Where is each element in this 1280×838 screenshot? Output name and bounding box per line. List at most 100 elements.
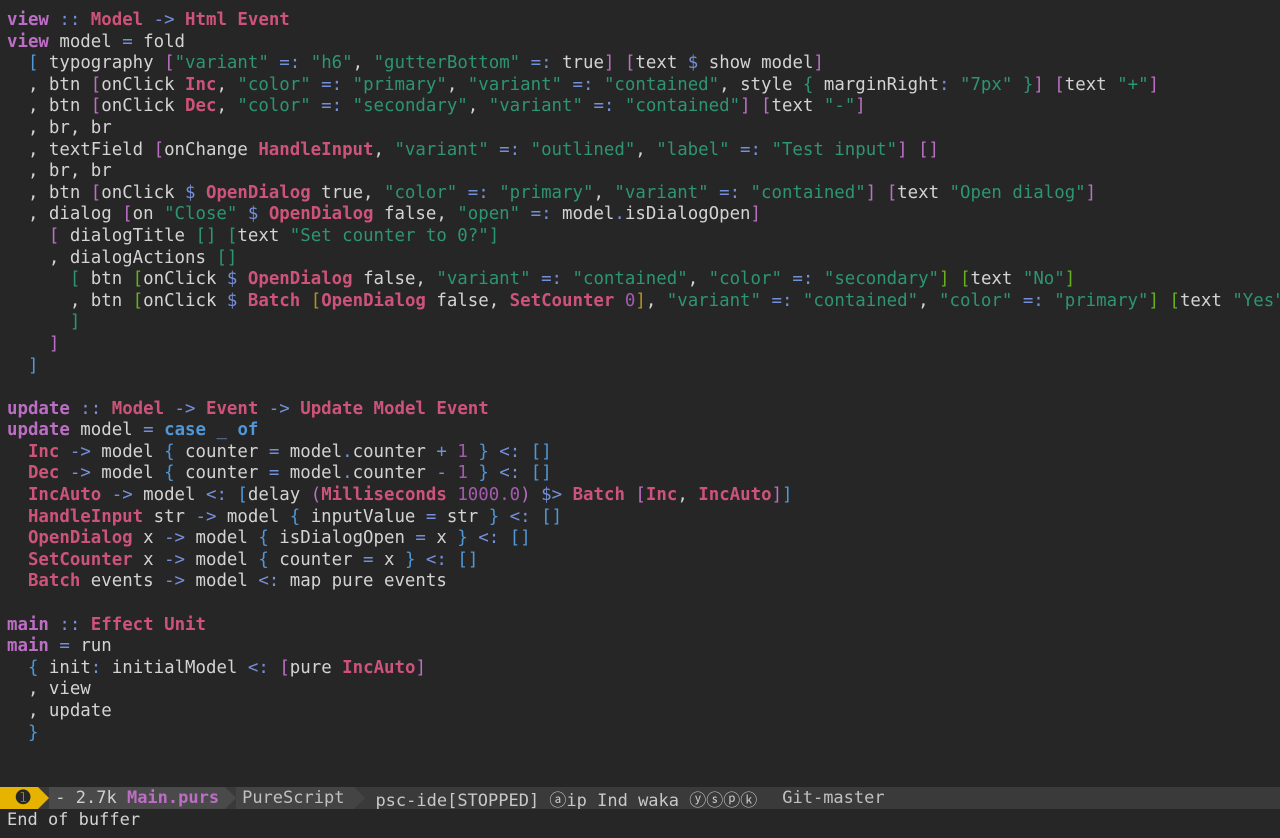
code-token: Model [90,10,144,30]
major-mode[interactable]: PureScript [236,787,355,809]
code-token: -> [164,549,186,570]
code-token: $ [226,290,238,311]
code-token: _ [216,420,227,441]
code-line[interactable]: Dec -> model { counter = model.counter -… [7,463,1280,485]
code-line[interactable]: , textField [onChange HandleInput, "vari… [7,140,1280,162]
code-token: :: [48,614,91,635]
code-editor[interactable]: view :: Model -> Html Event view model = … [7,10,1280,744]
mode-line-separator [765,787,777,809]
code-line[interactable]: main :: Effect Unit [7,615,1280,637]
code-line[interactable]: HandleInput str -> model { inputValue = … [7,507,1280,529]
code-token: "label" [656,139,730,160]
code-token: "color" [939,290,1013,311]
code-token: typography [38,53,165,74]
code-token: [ [122,204,133,225]
code-token: IncAuto [698,485,772,506]
code-token: show model [698,53,814,74]
code-line[interactable]: IncAuto -> model <: [delay (Milliseconds… [7,485,1280,507]
code-token: =: [593,96,615,117]
code-token: =: [572,74,594,95]
code-token: "variant" [488,96,583,117]
code-line[interactable]: [ btn [onClick $ OpenDialog false, "vari… [7,269,1280,291]
code-line[interactable]: ] [7,334,1280,356]
code-token: ] [771,485,783,506]
code-token: "variant" [436,269,531,290]
code-token: = [59,636,70,657]
code-line[interactable]: SetCounter x -> model { counter = x } <:… [7,550,1280,572]
code-line[interactable]: main = run [7,636,1280,658]
code-line[interactable]: } [7,723,1280,745]
code-line[interactable]: ] [7,356,1280,378]
code-token: { [289,506,301,527]
code-token: { [164,463,175,484]
code-line[interactable]: update :: Model -> Event -> Update Model… [7,399,1280,421]
code-token: <: [509,506,531,527]
code-line[interactable]: , btn [onClick $ OpenDialog true, "color… [7,183,1280,205]
code-token: ) [520,485,531,506]
code-line[interactable]: OpenDialog x -> model { isDialogOpen = x… [7,528,1280,550]
code-line[interactable]: , view [7,679,1280,701]
minor-modes[interactable]: psc-ide[STOPPED] ⓐip Ind waka ⓨⓢⓟⓚ [365,787,765,810]
code-token: , btn [7,182,91,203]
code-line[interactable]: view model = fold [7,32,1280,54]
code-line[interactable]: , br, br [7,161,1280,183]
code-token: "primary" [352,74,447,95]
code-token: -> [195,506,217,527]
code-token: "-" [823,96,856,117]
mode-line-separator [38,787,50,809]
code-token: "open" [457,204,521,225]
code-token: "gutterBottom" [373,53,521,74]
code-line[interactable]: , update [7,701,1280,723]
code-token: map pure events [279,571,447,592]
code-token: HandleInput [27,506,144,527]
code-token: Dec [27,463,60,484]
code-line[interactable] [7,377,1280,399]
code-token: ] [1085,182,1097,203]
code-token: ] [635,290,646,311]
code-line[interactable]: { init: initialModel <: [pure IncAuto] [7,658,1280,680]
code-line[interactable]: ] [7,312,1280,334]
buffer-name[interactable]: Main.purs [127,788,219,808]
code-line[interactable]: , dialogActions [] [7,248,1280,270]
code-token: ] [488,225,500,246]
code-token: counter [174,463,269,484]
code-line[interactable]: view :: Model -> Html Event [7,10,1280,32]
code-token: : [939,74,950,95]
code-token: isDialogOpen [624,204,751,225]
code-line[interactable]: update model = case _ of [7,420,1280,442]
code-line[interactable]: Batch events -> model <: map pure events [7,571,1280,593]
code-token: [ [237,485,248,506]
code-line[interactable] [7,593,1280,615]
code-token: false, [352,269,437,290]
code-line[interactable]: , btn [onClick Dec, "color" =: "secondar… [7,96,1280,118]
code-line[interactable]: , btn [onClick Inc, "color" =: "primary"… [7,75,1280,97]
code-line[interactable]: [ dialogTitle [] [text "Set counter to 0… [7,226,1280,248]
code-token: "variant" [666,290,761,311]
code-token: "Open dialog" [949,182,1086,203]
code-line[interactable]: , btn [onClick $ Batch [OpenDialog false… [7,291,1280,313]
code-token: [ [1054,74,1065,95]
code-token: "Yes" [1232,290,1280,311]
vcs-branch[interactable]: Git-master [776,787,892,809]
code-line[interactable]: [ typography ["variant" =: "h6", "gutter… [7,53,1280,75]
window-number-badge[interactable]: ➊ [0,787,39,809]
code-line[interactable]: , dialog [on "Close" $ OpenDialog false,… [7,204,1280,226]
code-line[interactable]: , br, br [7,118,1280,140]
code-line[interactable]: Inc -> model { counter = model.counter +… [7,442,1280,464]
